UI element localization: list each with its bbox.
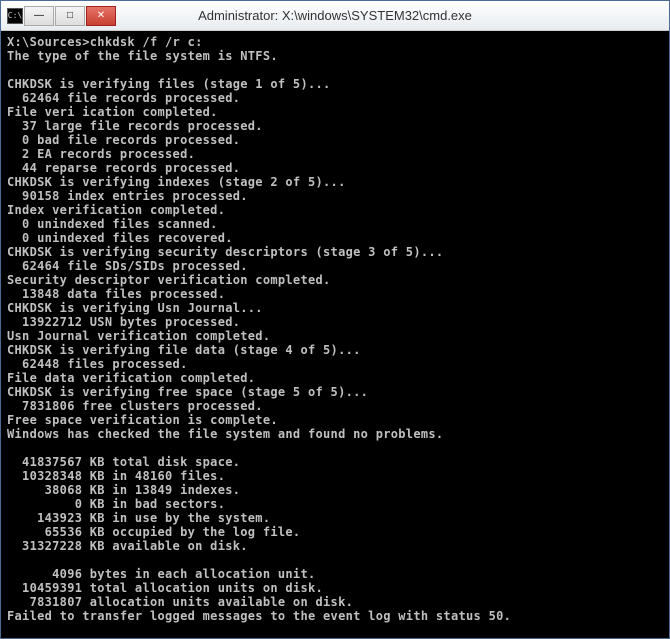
titlebar[interactable]: C:\ Administrator: X:\windows\SYSTEM32\c… [1, 1, 669, 31]
close-button[interactable]: ✕ [86, 6, 116, 26]
command-text: chkdsk /f /r c: [90, 35, 203, 49]
window-controls: — □ ✕ [23, 6, 116, 26]
prompt: X:\Sources> [7, 35, 90, 49]
command-prompt-window: C:\ Administrator: X:\windows\SYSTEM32\c… [0, 0, 670, 639]
minimize-button[interactable]: — [24, 6, 54, 26]
output-lines: The type of the file system is NTFS. CHK… [7, 49, 511, 623]
cmd-icon: C:\ [7, 8, 23, 24]
maximize-button[interactable]: □ [55, 6, 85, 26]
terminal-output[interactable]: X:\Sources>chkdsk /f /r c: The type of t… [1, 31, 669, 638]
